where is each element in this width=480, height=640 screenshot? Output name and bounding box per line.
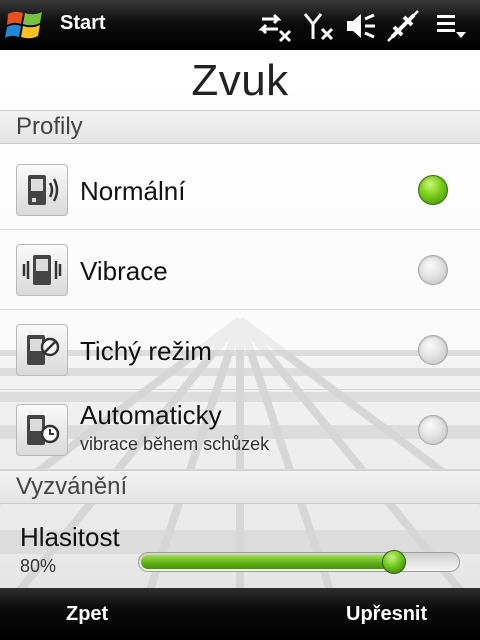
radio-silent[interactable] <box>418 335 448 365</box>
volume-slider-thumb[interactable] <box>382 550 406 574</box>
volume-value: 80% <box>20 556 57 576</box>
phone-clock-icon <box>16 404 68 456</box>
menu-icon[interactable] <box>434 9 468 43</box>
profile-label-silent: Tichý režim <box>80 336 212 366</box>
volume-slider-fill <box>141 555 394 569</box>
profile-sublabel-automatic: vibrace během schůzek <box>80 434 270 454</box>
speaker-muted-icon[interactable] <box>344 9 378 43</box>
section-header-ringtone: Vyzvánění <box>0 470 480 504</box>
windows-start-icon[interactable] <box>5 6 45 44</box>
profile-row-automatic[interactable]: Automaticky vibrace během schůzek <box>0 390 480 470</box>
profile-row-normal[interactable]: Normální <box>0 150 480 230</box>
volume-slider[interactable] <box>138 550 460 574</box>
profile-label-normal: Normální <box>80 176 186 206</box>
back-softkey[interactable]: Zpet <box>66 603 108 626</box>
phone-silent-icon <box>16 324 68 376</box>
volume-label: Hlasitost <box>20 522 120 552</box>
profile-row-silent[interactable]: Tichý režim <box>0 310 480 390</box>
advanced-softkey[interactable]: Upřesnit <box>346 603 427 626</box>
page-title: Zvuk <box>191 56 289 105</box>
profile-label-vibrate: Vibrace <box>80 256 168 286</box>
section-header-profiles: Profily <box>0 110 480 144</box>
phone-vibrate-icon <box>16 244 68 296</box>
profile-row-vibrate[interactable]: Vibrace <box>0 230 480 310</box>
radio-vibrate[interactable] <box>418 255 448 285</box>
volume-panel: Hlasitost 80% <box>0 504 480 588</box>
start-label[interactable]: Start <box>60 12 106 35</box>
data-sync-disconnected-icon[interactable] <box>258 9 292 43</box>
radio-automatic[interactable] <box>418 415 448 445</box>
softkey-bar: Zpet Upřesnit <box>0 588 480 640</box>
phone-sound-icon <box>16 164 68 216</box>
profile-label-automatic: Automaticky <box>80 400 222 430</box>
status-bar: Start <box>0 0 480 50</box>
bluetooth-disabled-icon[interactable] <box>386 9 420 43</box>
radio-normal[interactable] <box>418 175 448 205</box>
signal-off-icon[interactable] <box>302 9 336 43</box>
